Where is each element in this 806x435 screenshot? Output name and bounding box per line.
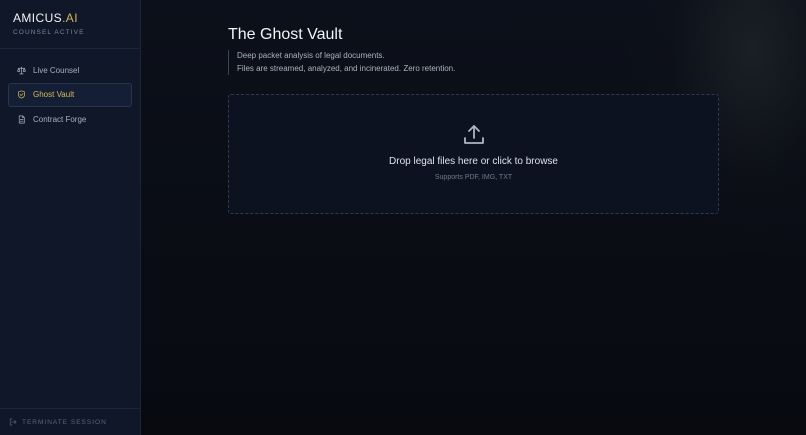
sidebar: AMICUS.AI COUNSEL ACTIVE Live Counsel Gh… — [0, 0, 141, 435]
terminate-session-label: TERMINATE SESSION — [22, 418, 107, 426]
logout-icon — [9, 418, 17, 426]
main-content: The Ghost Vault Deep packet analysis of … — [141, 0, 806, 435]
dropzone-subtitle: Supports PDF, IMG, TXT — [434, 174, 513, 181]
page-description: Deep packet analysis of legal documents.… — [228, 50, 718, 75]
brand-name: AMICUS — [13, 11, 63, 25]
scales-icon — [17, 66, 26, 75]
sidebar-item-contract-forge[interactable]: Contract Forge — [8, 108, 132, 132]
upload-icon — [462, 123, 486, 147]
description-line: Deep packet analysis of legal documents. — [237, 51, 385, 60]
description-line: Files are streamed, analyzed, and incine… — [237, 63, 456, 73]
dropzone-title: Drop legal files here or click to browse — [389, 156, 558, 167]
app-root: AMICUS.AI COUNSEL ACTIVE Live Counsel Gh… — [0, 0, 806, 435]
brand-suffix: .AI — [62, 11, 78, 25]
sidebar-item-ghost-vault[interactable]: Ghost Vault — [8, 82, 132, 107]
vault-panel: The Ghost Vault Deep packet analysis of … — [228, 26, 719, 214]
page-title: The Ghost Vault — [228, 26, 343, 43]
file-dropzone[interactable]: Drop legal files here or click to browse… — [228, 94, 719, 214]
shield-icon — [17, 90, 26, 99]
brand: AMICUS.AI COUNSEL ACTIVE — [0, 0, 140, 49]
brand-status: COUNSEL ACTIVE — [13, 29, 85, 36]
terminate-session-button[interactable]: TERMINATE SESSION — [0, 408, 140, 435]
sidebar-item-label: Live Counsel — [33, 65, 80, 75]
sidebar-item-live-counsel[interactable]: Live Counsel — [8, 58, 132, 82]
sidebar-item-label: Ghost Vault — [33, 90, 75, 100]
document-icon — [17, 115, 26, 124]
brand-logo: AMICUS.AI — [13, 11, 127, 25]
sidebar-nav: Live Counsel Ghost Vault Contract Forge — [0, 49, 140, 408]
sidebar-item-label: Contract Forge — [33, 115, 87, 125]
